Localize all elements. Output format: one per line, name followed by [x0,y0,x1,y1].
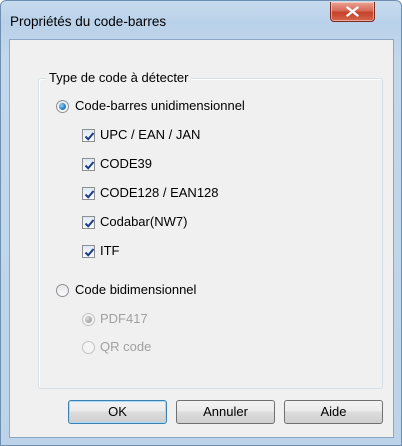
cancel-button[interactable]: Annuler [176,400,275,424]
checkbox-upc-ean-jan-label[interactable]: UPC / EAN / JAN [100,127,200,142]
help-button[interactable]: Aide [284,400,383,424]
checkmark-icon [84,132,95,141]
group-legend: Type de code à détecter [46,70,192,85]
checkmark-icon [84,190,95,199]
checkmark-icon [84,161,95,170]
radio-two-d-label[interactable]: Code bidimensionnel [75,282,196,297]
dialog-client-area: Type de code à détecter Code-barres unid… [9,39,394,438]
close-button[interactable] [330,2,375,22]
close-icon [346,6,359,17]
checkmark-icon [84,219,95,228]
ok-button[interactable]: OK [68,400,167,424]
title-bar[interactable]: Propriétés du code-barres [1,1,401,39]
radio-qr-code[interactable] [82,341,95,354]
checkbox-codabar-label[interactable]: Codabar(NW7) [100,214,187,229]
radio-one-d[interactable] [56,100,69,113]
window-title: Propriétés du code-barres [10,14,167,29]
checkbox-code39-label[interactable]: CODE39 [100,156,152,171]
radio-qr-code-label[interactable]: QR code [100,339,151,354]
checkbox-upc-ean-jan[interactable] [82,129,95,142]
checkmark-icon [84,248,95,257]
dialog-window: Propriétés du code-barres Type de code à… [0,0,402,446]
radio-one-d-label[interactable]: Code-barres unidimensionnel [75,98,245,113]
checkbox-itf[interactable] [82,245,95,258]
radio-pdf417-label[interactable]: PDF417 [100,311,148,326]
checkbox-codabar[interactable] [82,216,95,229]
checkbox-itf-label[interactable]: ITF [100,243,120,258]
radio-two-d[interactable] [56,284,69,297]
checkbox-code128[interactable] [82,187,95,200]
checkbox-code39[interactable] [82,158,95,171]
radio-pdf417[interactable] [82,313,95,326]
barcode-type-group: Type de code à détecter Code-barres unid… [38,70,383,389]
checkbox-code128-label[interactable]: CODE128 / EAN128 [100,185,219,200]
